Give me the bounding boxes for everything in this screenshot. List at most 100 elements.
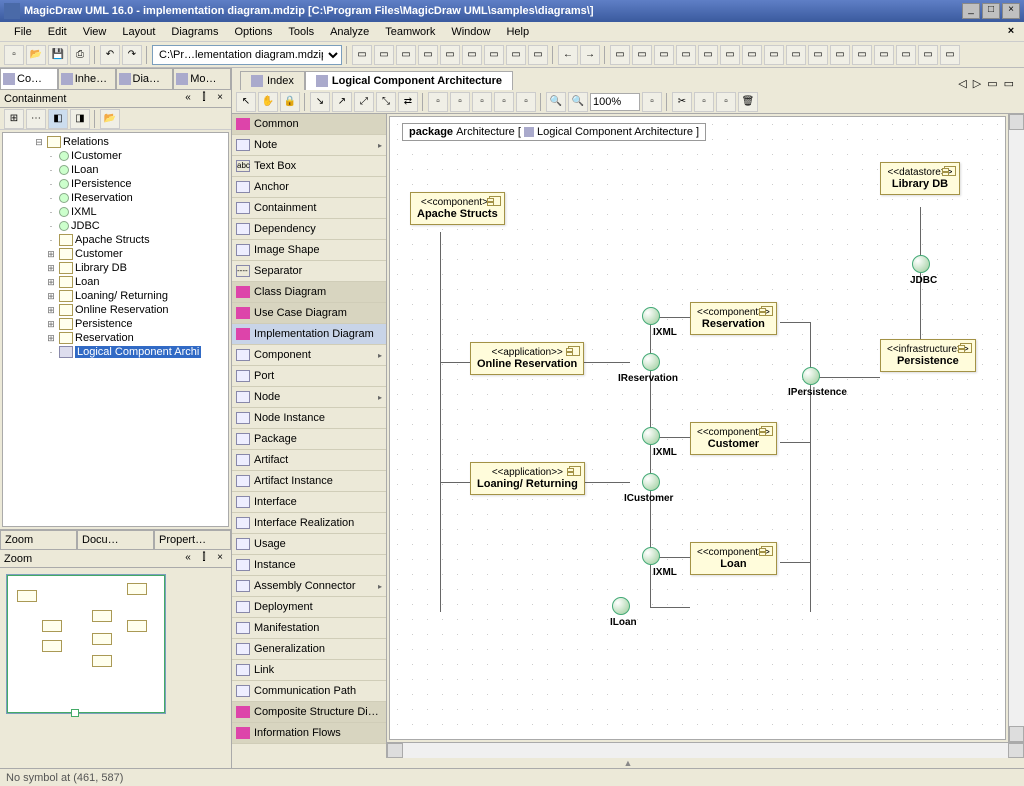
- chevron-left-icon[interactable]: «: [181, 552, 195, 566]
- copy-icon[interactable]: ▫: [694, 92, 714, 112]
- scroll-up-icon[interactable]: [1009, 114, 1024, 130]
- close-button[interactable]: ×: [1002, 3, 1020, 19]
- expand-icon[interactable]: ⊞: [45, 263, 57, 274]
- close-icon[interactable]: ×: [213, 552, 227, 566]
- chevron-left-icon[interactable]: «: [181, 92, 195, 106]
- palette-item[interactable]: Assembly Connector▸: [232, 576, 386, 597]
- tab-inheritance[interactable]: Inhe…: [58, 68, 116, 90]
- scroll-right-icon[interactable]: [1008, 743, 1024, 758]
- component-customer[interactable]: <<component>> Customer: [690, 422, 777, 455]
- expand-icon[interactable]: ·: [45, 347, 57, 357]
- tree-item[interactable]: ·ICustomer: [5, 149, 226, 163]
- palette-item[interactable]: Artifact: [232, 450, 386, 471]
- component-online-reservation[interactable]: <<application>> Online Reservation: [470, 342, 584, 375]
- component-librarydb[interactable]: <<datastore>> Library DB: [880, 162, 960, 195]
- tb-new-icon[interactable]: ▫: [4, 45, 24, 65]
- tree-btn3-icon[interactable]: ◧: [48, 109, 68, 129]
- tree-btn5-icon[interactable]: 📂: [100, 109, 120, 129]
- interface-jdbc[interactable]: [912, 255, 930, 273]
- palette-item[interactable]: Interface: [232, 492, 386, 513]
- tree-item[interactable]: ⊞Loan: [5, 275, 226, 289]
- expand-icon[interactable]: ⊟: [33, 137, 45, 148]
- tab-logical-component[interactable]: Logical Component Architecture: [305, 71, 513, 90]
- tb-saveall-icon[interactable]: ⎙: [70, 45, 90, 65]
- expand-icon[interactable]: ·: [45, 193, 57, 203]
- expand-icon[interactable]: ·: [45, 221, 57, 231]
- palette-item[interactable]: Instance: [232, 555, 386, 576]
- expand-icon[interactable]: ⊞: [45, 319, 57, 330]
- ctb4-icon[interactable]: ⤡: [376, 92, 396, 112]
- tab-zoom[interactable]: Zoom: [0, 530, 77, 550]
- tb-nav-back-icon[interactable]: ←: [558, 45, 578, 65]
- palette-item[interactable]: Port: [232, 366, 386, 387]
- menu-diagrams[interactable]: Diagrams: [163, 24, 226, 40]
- menu-tools[interactable]: Tools: [280, 24, 322, 40]
- restore-button[interactable]: □: [982, 3, 1000, 19]
- tb-extra6-icon[interactable]: ▭: [720, 45, 740, 65]
- tab-close-icon[interactable]: ▭: [1002, 77, 1016, 90]
- palette-item[interactable]: Deployment: [232, 597, 386, 618]
- menu-file[interactable]: File: [6, 24, 40, 40]
- tree-item[interactable]: ⊞Library DB: [5, 261, 226, 275]
- tree-item[interactable]: ⊞Online Reservation: [5, 303, 226, 317]
- ctb9-icon[interactable]: ▫: [494, 92, 514, 112]
- interface-icustomer[interactable]: [642, 473, 660, 491]
- palette-item[interactable]: Anchor: [232, 177, 386, 198]
- tree-item[interactable]: ·IXML: [5, 205, 226, 219]
- tab-index[interactable]: Index: [240, 71, 305, 90]
- component-loaning[interactable]: <<application>> Loaning/ Returning: [470, 462, 585, 495]
- zoom-fit-icon[interactable]: ▫: [642, 92, 662, 112]
- palette-item[interactable]: Communication Path: [232, 681, 386, 702]
- tb-extra5-icon[interactable]: ▭: [698, 45, 718, 65]
- menu-layout[interactable]: Layout: [114, 24, 163, 40]
- tab-containment[interactable]: Co…: [0, 68, 58, 90]
- cut-icon[interactable]: ✂: [672, 92, 692, 112]
- tree-btn1-icon[interactable]: ⊞: [4, 109, 24, 129]
- expand-icon[interactable]: ⊞: [45, 333, 57, 344]
- tb-extra3-icon[interactable]: ▭: [654, 45, 674, 65]
- tab-model[interactable]: Mo…: [173, 68, 231, 90]
- zoom-out-icon[interactable]: 🔍: [568, 92, 588, 112]
- lock-icon[interactable]: 🔒: [280, 92, 300, 112]
- menu-options[interactable]: Options: [226, 24, 280, 40]
- tb-open-icon[interactable]: 📂: [26, 45, 46, 65]
- hand-icon[interactable]: ✋: [258, 92, 278, 112]
- nav-prev-icon[interactable]: ◁: [956, 77, 968, 90]
- component-apache[interactable]: <<component>> Apache Structs: [410, 192, 505, 225]
- ctb1-icon[interactable]: ↘: [310, 92, 330, 112]
- tb-diag3-icon[interactable]: ▭: [396, 45, 416, 65]
- palette-item[interactable]: Common: [232, 114, 386, 135]
- palette-item[interactable]: Information Flows: [232, 723, 386, 744]
- ctb10-icon[interactable]: ▫: [516, 92, 536, 112]
- expand-icon[interactable]: ·: [45, 151, 57, 161]
- ctb6-icon[interactable]: ▫: [428, 92, 448, 112]
- pin-icon[interactable]: ⫿: [197, 92, 211, 106]
- ctb5-icon[interactable]: ⇄: [398, 92, 418, 112]
- expand-icon[interactable]: ▸: [378, 351, 382, 360]
- tree-item[interactable]: ·JDBC: [5, 219, 226, 233]
- tab-diagrams[interactable]: Dia…: [116, 68, 174, 90]
- tree-item[interactable]: ⊞Loaning/ Returning: [5, 289, 226, 303]
- interface-iloan[interactable]: [612, 597, 630, 615]
- menu-window[interactable]: Window: [443, 24, 498, 40]
- component-loan[interactable]: <<component>> Loan: [690, 542, 777, 575]
- scroll-left-icon[interactable]: [387, 743, 403, 758]
- tb-diag4-icon[interactable]: ▭: [418, 45, 438, 65]
- tab-list-icon[interactable]: ▭: [985, 77, 999, 90]
- tb-diag8-icon[interactable]: ▭: [506, 45, 526, 65]
- menu-view[interactable]: View: [75, 24, 115, 40]
- tb-diag2-icon[interactable]: ▭: [374, 45, 394, 65]
- palette-item[interactable]: Artifact Instance: [232, 471, 386, 492]
- tb-extra13-icon[interactable]: ▭: [874, 45, 894, 65]
- ctb3-icon[interactable]: ⤢: [354, 92, 374, 112]
- palette-item[interactable]: ----Separator: [232, 261, 386, 282]
- cursor-icon[interactable]: ↖: [236, 92, 256, 112]
- menu-teamwork[interactable]: Teamwork: [377, 24, 443, 40]
- tab-properties[interactable]: Propert…: [154, 530, 231, 550]
- tb-save-icon[interactable]: 💾: [48, 45, 68, 65]
- tb-extra15-icon[interactable]: ▭: [918, 45, 938, 65]
- close-icon[interactable]: ×: [213, 92, 227, 106]
- palette-item[interactable]: Usage: [232, 534, 386, 555]
- tree-item[interactable]: ⊞Reservation: [5, 331, 226, 345]
- palette-item[interactable]: Containment: [232, 198, 386, 219]
